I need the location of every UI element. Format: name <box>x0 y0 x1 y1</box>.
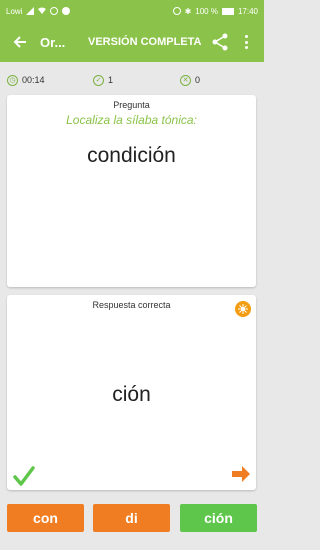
menu-dot-icon <box>244 46 248 49</box>
arrow-left-icon <box>13 36 26 48</box>
menu-dot-icon <box>244 35 248 38</box>
overflow-menu-button[interactable] <box>236 32 256 52</box>
alarm-icon <box>172 7 181 15</box>
correct-count: 1 <box>108 75 114 85</box>
question-instruction: Localiza la sílaba tónica: <box>66 113 197 127</box>
carrier-name: Lowi <box>6 6 23 16</box>
clock-time: 17:40 <box>237 6 258 16</box>
arrow-right-icon[interactable] <box>232 466 250 482</box>
question-label: Pregunta <box>113 100 150 110</box>
bluetooth-icon: ✱ <box>184 6 192 16</box>
answer-card: Respuesta correcta ción <box>7 295 256 490</box>
battery-icon <box>221 7 234 15</box>
signal-icon <box>26 7 35 15</box>
x-circle-icon: ✕ <box>180 74 191 86</box>
share-icon[interactable] <box>210 32 230 52</box>
full-version-button[interactable]: VERSIÓN COMPLETA <box>88 36 201 48</box>
app-title[interactable]: Or... <box>40 35 80 50</box>
app-bar: Or... VERSIÓN COMPLETA <box>0 22 264 62</box>
question-word: condición <box>87 144 176 167</box>
question-card: Pregunta Localiza la sílaba tónica: cond… <box>7 95 256 287</box>
menu-dot-icon <box>244 40 248 44</box>
timer-value: 00:14 <box>22 75 45 85</box>
answer-syllable: ción <box>112 383 151 406</box>
stats-bar: ◷ 00:14 ✓ 1 ✕ 0 <box>0 70 264 90</box>
answer-label: Respuesta correcta <box>92 300 171 310</box>
star-badge-icon[interactable] <box>235 301 251 317</box>
battery-text: 100 % <box>195 6 218 16</box>
wrong-count: 0 <box>195 75 201 85</box>
check-circle-icon: ✓ <box>93 74 104 86</box>
syllable-button-cion[interactable]: ción <box>180 504 257 532</box>
notification-icon <box>62 7 71 15</box>
correct-stat: ✓ 1 <box>93 74 114 86</box>
whatsapp-icon <box>50 7 59 15</box>
timer-stat: ◷ 00:14 <box>7 74 45 86</box>
syllable-button-di[interactable]: di <box>93 504 170 532</box>
syllable-button-con[interactable]: con <box>7 504 84 532</box>
timer-icon: ◷ <box>7 74 18 86</box>
check-icon <box>13 466 35 486</box>
back-button[interactable] <box>0 22 40 62</box>
status-bar: Lowi ✱ 100 % 17:40 <box>0 0 264 22</box>
wrong-stat: ✕ 0 <box>180 74 201 86</box>
wifi-icon <box>38 7 47 14</box>
